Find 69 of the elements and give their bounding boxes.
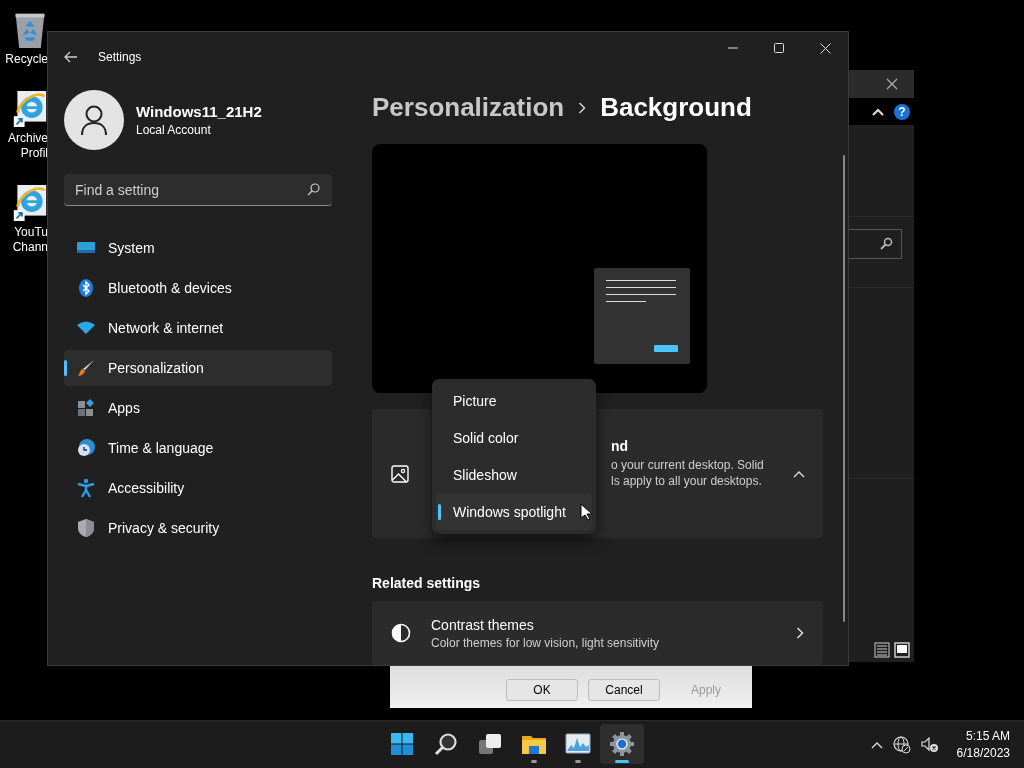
account-type: Local Account — [136, 123, 212, 137]
nav-item[interactable]: Personalization — [64, 350, 332, 386]
page-title: Background — [600, 92, 752, 124]
taskbar-button[interactable] — [600, 724, 644, 764]
section-heading: Related settings — [372, 575, 482, 592]
contrast-icon — [391, 623, 411, 644]
chart-window-icon — [565, 733, 591, 755]
scrollbar[interactable] — [843, 155, 845, 622]
image-icon — [391, 464, 409, 483]
speaker-muted-icon[interactable] — [920, 736, 939, 753]
nav-item[interactable]: Time & language — [64, 430, 332, 466]
chevron-right-icon — [796, 627, 804, 640]
window-title: Settings — [98, 50, 142, 64]
nav-item[interactable]: Network & internet — [64, 310, 332, 346]
search-icon — [434, 732, 458, 756]
mouse-pointer-icon — [580, 503, 592, 521]
person-icon — [80, 104, 108, 136]
monitor-icon — [76, 240, 96, 256]
nav-item[interactable]: Accessibility — [64, 470, 332, 506]
dialog-button[interactable]: Cancel — [588, 679, 660, 701]
selection-indicator — [64, 360, 67, 376]
windows-logo-icon — [390, 732, 414, 756]
details-view-icon[interactable] — [874, 642, 890, 658]
nav-item[interactable]: Privacy & security — [64, 510, 332, 546]
card-title: Contrast themes — [431, 616, 535, 633]
clock-time[interactable]: 5:15 AM — [965, 729, 1010, 743]
apps-icon — [76, 398, 96, 418]
chevron-up-icon[interactable] — [872, 107, 884, 116]
close-icon[interactable] — [886, 78, 898, 90]
globe-icon[interactable] — [892, 735, 911, 754]
back-arrow-icon[interactable] — [64, 51, 78, 63]
gear-icon — [610, 732, 634, 756]
user-name: Windows11_21H2 — [136, 103, 262, 120]
nav-item[interactable]: Bluetooth & devices — [64, 270, 332, 306]
chevron-up-icon[interactable] — [793, 469, 805, 478]
menu-item[interactable]: Picture — [436, 383, 592, 419]
chevron-up-icon[interactable] — [870, 740, 883, 749]
clock-date[interactable]: 6/18/2023 — [956, 746, 1010, 760]
card-description: o your current desktop. Solid — [611, 457, 764, 472]
wifi-icon — [76, 320, 96, 336]
card-title: nd — [611, 437, 630, 454]
search-icon — [879, 237, 893, 251]
maximize-icon[interactable] — [774, 43, 784, 53]
nav-item[interactable]: Apps — [64, 390, 332, 426]
task-view-icon — [478, 733, 502, 755]
card-description: Color themes for low vision, light sensitivity — [431, 635, 661, 650]
menu-item[interactable]: Slideshow — [436, 457, 592, 493]
desktop-icon-label: Archive Profil — [7, 131, 48, 161]
search-icon — [307, 183, 320, 196]
search-field[interactable]: Find a setting — [64, 174, 332, 206]
card-description: ls apply to all your desktops. — [611, 473, 763, 488]
clock-globe-icon — [76, 438, 96, 458]
breadcrumb-parent[interactable]: Personalization — [372, 92, 565, 124]
chevron-right-icon — [578, 101, 587, 114]
dialog-button[interactable]: OK — [506, 679, 578, 701]
person-icon — [76, 478, 96, 498]
desktop-icon-label: YouTu Chann — [11, 225, 48, 255]
selection-indicator — [438, 504, 441, 520]
shield-icon — [76, 518, 96, 538]
menu-item[interactable]: Windows spotlight — [436, 494, 592, 530]
help-icon[interactable]: ? — [894, 103, 910, 120]
settings-card[interactable]: Contrast themes Color themes for low vision, light sensitivity — [372, 601, 823, 665]
menu-item[interactable]: Solid color — [436, 420, 592, 456]
nav-item[interactable]: System — [64, 230, 332, 266]
folder-icon — [521, 733, 547, 755]
bluetooth-icon — [76, 278, 96, 298]
paintbrush-icon — [76, 358, 96, 378]
desktop-icon-label: Recycle — [4, 52, 48, 67]
preview-view-icon[interactable] — [894, 642, 910, 658]
